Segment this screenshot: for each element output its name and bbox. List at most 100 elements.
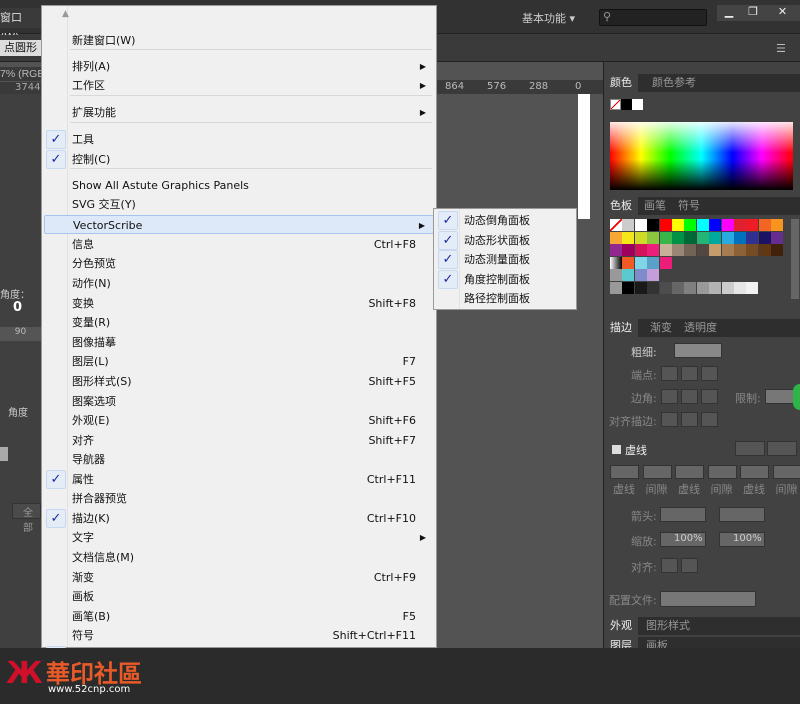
tab-appearance[interactable]: 外观 (604, 617, 638, 635)
menu-item[interactable]: 图层(L) F7 (44, 352, 434, 371)
color-swatch[interactable] (721, 219, 734, 231)
tab-transparency[interactable]: 透明度 (678, 319, 723, 337)
menu-item[interactable]: 变量(R) (44, 313, 434, 332)
miter-join-button[interactable] (661, 389, 678, 404)
color-swatch[interactable] (734, 219, 746, 231)
color-swatch[interactable] (746, 282, 759, 294)
menu-item[interactable]: 符号 Shift+Ctrl+F11 (44, 626, 434, 645)
color-swatch[interactable] (634, 244, 647, 257)
color-swatch[interactable] (696, 282, 709, 294)
limit-input[interactable] (765, 389, 795, 404)
color-swatch[interactable] (647, 269, 660, 282)
menu-item[interactable]: 排列(A) ▶ (44, 57, 434, 76)
color-swatch[interactable] (659, 231, 672, 244)
color-swatch[interactable] (610, 231, 622, 244)
tab-artboards[interactable]: 画板 (640, 637, 674, 648)
menu-item[interactable]: 图案选项 (44, 392, 434, 411)
color-swatch[interactable] (622, 256, 635, 269)
registration-swatch[interactable] (622, 219, 635, 231)
color-swatch[interactable] (721, 244, 734, 257)
restore-button[interactable]: ❐ (741, 5, 765, 21)
color-swatch[interactable] (672, 244, 684, 257)
butt-cap-button[interactable] (661, 366, 678, 381)
menu-item[interactable]: 动作(N) (44, 274, 434, 293)
dash-input[interactable] (675, 465, 704, 479)
color-swatch[interactable] (709, 231, 722, 244)
tab-symbols[interactable]: 符号 (672, 197, 706, 215)
dashed-checkbox[interactable] (612, 445, 621, 454)
color-swatch[interactable] (709, 282, 722, 294)
color-swatch[interactable] (696, 231, 709, 244)
square-cap-button[interactable] (701, 366, 718, 381)
color-swatch[interactable] (758, 231, 771, 244)
gap-input[interactable] (772, 465, 800, 479)
menu-item[interactable]: 信息 Ctrl+F8 (44, 235, 434, 254)
color-spectrum[interactable] (610, 122, 793, 190)
menu-item[interactable]: ✓ 控制(C) (44, 150, 434, 169)
color-swatch[interactable] (659, 256, 672, 269)
tab-layers[interactable]: 图层 (604, 637, 638, 648)
color-swatch[interactable] (659, 219, 672, 231)
menu-item[interactable]: 新建窗口(W) (44, 31, 434, 50)
menu-item[interactable]: 对齐 Shift+F7 (44, 431, 434, 450)
menu-item[interactable]: 分色预览 (44, 254, 434, 273)
profile-select[interactable] (660, 591, 756, 607)
menu-item[interactable]: ✓ 工具 (44, 130, 434, 149)
color-swatch[interactable] (734, 231, 746, 244)
minimize-button[interactable]: ▁ (717, 5, 741, 21)
angle-90-button[interactable]: 90 (0, 327, 41, 341)
field[interactable] (0, 447, 8, 461)
align-center-button[interactable] (661, 412, 678, 427)
color-swatch[interactable] (647, 231, 660, 244)
color-swatch[interactable] (634, 256, 647, 269)
none-swatch[interactable] (610, 219, 622, 231)
menu-item[interactable]: Show All Astute Graphics Panels (44, 176, 434, 195)
angle-checkbox[interactable]: 角度 (8, 404, 28, 419)
workspace-switcher[interactable]: 基本功能 ▾ (522, 10, 575, 26)
color-swatch[interactable] (734, 282, 746, 294)
color-swatch[interactable] (634, 282, 647, 294)
scroll-up-icon[interactable]: ▲ (62, 9, 69, 19)
dash-input[interactable] (740, 465, 769, 479)
tab-brushes[interactable]: 画笔 (638, 197, 672, 215)
color-swatch[interactable] (659, 244, 672, 257)
color-swatch[interactable] (684, 231, 697, 244)
color-swatch[interactable] (610, 244, 622, 257)
start-arrow-select[interactable] (660, 507, 706, 522)
shape-select[interactable]: 点圆形 (0, 40, 41, 56)
color-swatch[interactable] (647, 219, 660, 231)
color-swatch[interactable] (758, 244, 771, 257)
start-scale-input[interactable]: 100% (660, 532, 706, 547)
color-swatch[interactable] (746, 219, 759, 231)
tab-stroke[interactable]: 描边 (604, 319, 638, 337)
color-swatch[interactable] (672, 219, 684, 231)
menu-window[interactable]: 窗口(W) (0, 8, 41, 44)
color-swatch[interactable] (709, 219, 722, 231)
plus-icon[interactable] (793, 384, 800, 410)
tab-swatches[interactable]: 色板 (604, 197, 638, 215)
swatch-scrollbar[interactable] (791, 219, 799, 299)
color-swatch[interactable] (771, 231, 784, 244)
menu-item[interactable]: 文档信息(M) (44, 548, 434, 567)
color-swatch[interactable] (647, 244, 660, 257)
dash-align-button[interactable] (767, 441, 797, 456)
weight-input[interactable] (674, 343, 722, 358)
color-swatch[interactable] (684, 282, 697, 294)
align-inside-button[interactable] (681, 412, 698, 427)
menu-item[interactable]: SVG 交互(Y) (44, 195, 434, 214)
color-swatch[interactable] (746, 244, 759, 257)
tab-color-guide[interactable]: 颜色参考 (646, 74, 702, 92)
none-swatch[interactable] (610, 99, 621, 110)
color-swatch[interactable] (696, 244, 709, 257)
align-outside-button[interactable] (701, 412, 718, 427)
menu-item[interactable]: 渐变 Ctrl+F9 (44, 568, 434, 587)
white-swatch[interactable] (632, 99, 643, 110)
color-swatch[interactable] (771, 219, 784, 231)
gap-input[interactable] (707, 465, 737, 479)
round-cap-button[interactable] (681, 366, 698, 381)
color-swatch[interactable] (634, 219, 647, 231)
menu-item[interactable]: 外观(E) Shift+F6 (44, 411, 434, 430)
tab-color[interactable]: 颜色 (604, 74, 638, 92)
menu-item[interactable]: VectorScribe ▶ (44, 215, 434, 234)
close-button[interactable]: ✕ (765, 5, 800, 21)
